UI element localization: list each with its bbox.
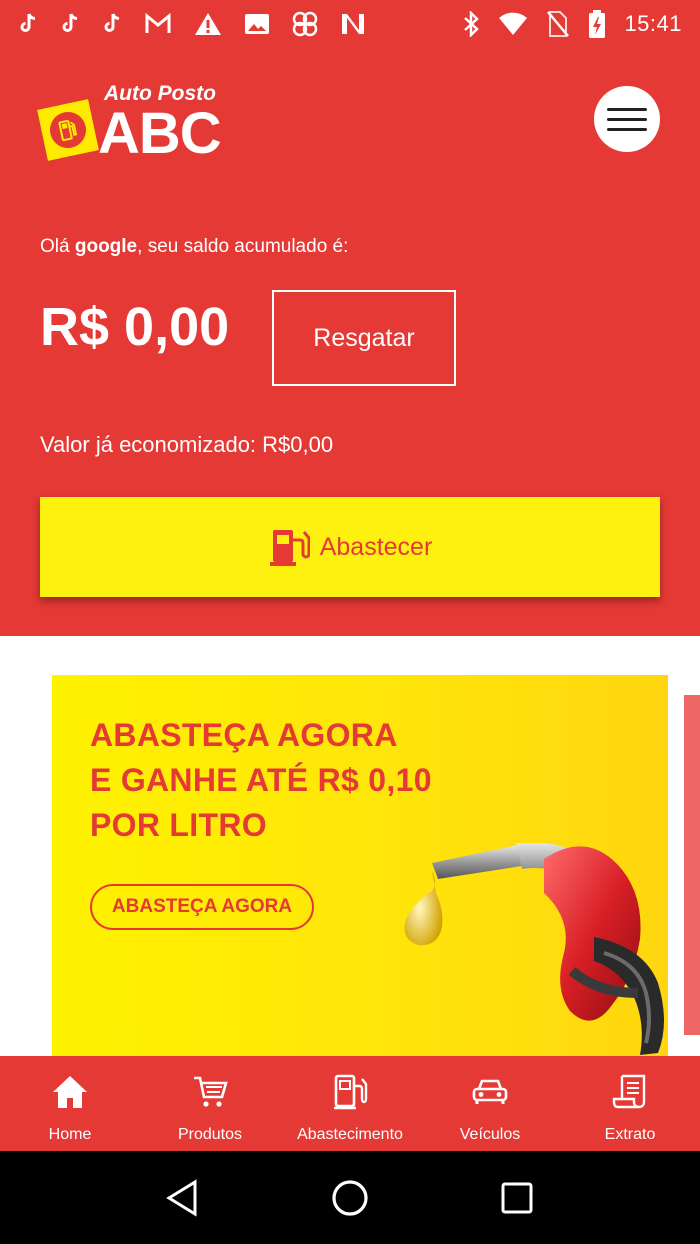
car-icon bbox=[472, 1079, 508, 1104]
next-banner-peek[interactable] bbox=[684, 695, 700, 1035]
gmail-icon bbox=[145, 13, 171, 33]
system-navigation-bar bbox=[0, 1151, 700, 1244]
nav-item-products[interactable]: Produtos bbox=[140, 1056, 280, 1151]
tiktok-icon bbox=[104, 13, 120, 32]
status-bar: 15:41 bbox=[0, 0, 700, 48]
menu-button[interactable] bbox=[594, 86, 660, 152]
notification-icons bbox=[18, 11, 366, 37]
refuel-label: Abastecer bbox=[319, 532, 433, 561]
nav-label: Veículos bbox=[459, 1126, 521, 1143]
cart-icon bbox=[194, 1076, 228, 1107]
header: Auto Posto ABC Olá google, seu saldo acu… bbox=[0, 48, 700, 636]
fuel-nozzle-icon bbox=[404, 843, 664, 1055]
warning-icon bbox=[195, 13, 221, 35]
home-icon bbox=[53, 1076, 87, 1108]
bottom-navigation: Home Produtos Abastecimento Veículos Ext… bbox=[0, 1056, 700, 1151]
saved-amount: Valor já economizado: R$0,00 bbox=[40, 432, 334, 457]
banner-cta-button[interactable]: ABASTEÇA AGORA bbox=[90, 884, 314, 930]
n-app-icon bbox=[342, 14, 364, 34]
nav-item-refueling[interactable]: Abastecimento bbox=[280, 1056, 420, 1151]
fuel-pump-icon bbox=[269, 530, 310, 566]
user-name: google bbox=[74, 236, 138, 257]
logo-emblem bbox=[37, 99, 99, 161]
nav-label: Extrato bbox=[604, 1126, 656, 1143]
back-icon[interactable] bbox=[165, 1178, 201, 1217]
clock: 15:41 bbox=[624, 11, 682, 36]
image-icon bbox=[245, 14, 269, 34]
banner-headline: ABASTEÇA AGORA E GANHE ATÉ R$ 0,10 POR L… bbox=[90, 717, 432, 843]
battery-charging-icon bbox=[589, 10, 606, 38]
nav-item-statement[interactable]: Extrato bbox=[560, 1056, 700, 1151]
bluetooth-icon bbox=[464, 11, 480, 37]
fuel-pump-icon bbox=[334, 1074, 368, 1110]
recents-icon[interactable] bbox=[499, 1180, 535, 1216]
system-indicators: 15:41 bbox=[462, 9, 682, 39]
wifi-icon bbox=[499, 12, 528, 35]
receipt-icon bbox=[612, 1074, 646, 1109]
nav-label: Produtos bbox=[177, 1126, 243, 1143]
greeting: Olá google, seu saldo acumulado é: bbox=[40, 236, 349, 257]
redeem-button[interactable]: Resgatar bbox=[272, 290, 456, 386]
pinwheel-icon bbox=[292, 11, 318, 37]
no-sim-icon bbox=[547, 11, 570, 37]
fuel-pump-logo-icon bbox=[46, 108, 90, 152]
promo-banner[interactable]: ABASTEÇA AGORA E GANHE ATÉ R$ 0,10 POR L… bbox=[52, 675, 668, 1056]
hamburger-icon bbox=[607, 107, 647, 111]
tiktok-icon bbox=[20, 13, 36, 32]
nav-label: Home bbox=[48, 1126, 92, 1143]
nav-label: Abastecimento bbox=[297, 1126, 403, 1143]
logo: Auto Posto ABC bbox=[37, 78, 240, 168]
logo-title: ABC bbox=[98, 101, 222, 166]
nav-item-home[interactable]: Home bbox=[0, 1056, 140, 1151]
nav-item-vehicles[interactable]: Veículos bbox=[420, 1056, 560, 1151]
tiktok-icon bbox=[62, 13, 78, 32]
balance-value: R$ 0,00 bbox=[40, 297, 230, 357]
content-area: ABASTEÇA AGORA E GANHE ATÉ R$ 0,10 POR L… bbox=[0, 636, 700, 1056]
refuel-button[interactable]: Abastecer bbox=[40, 497, 660, 597]
home-circle-icon[interactable] bbox=[330, 1178, 370, 1218]
